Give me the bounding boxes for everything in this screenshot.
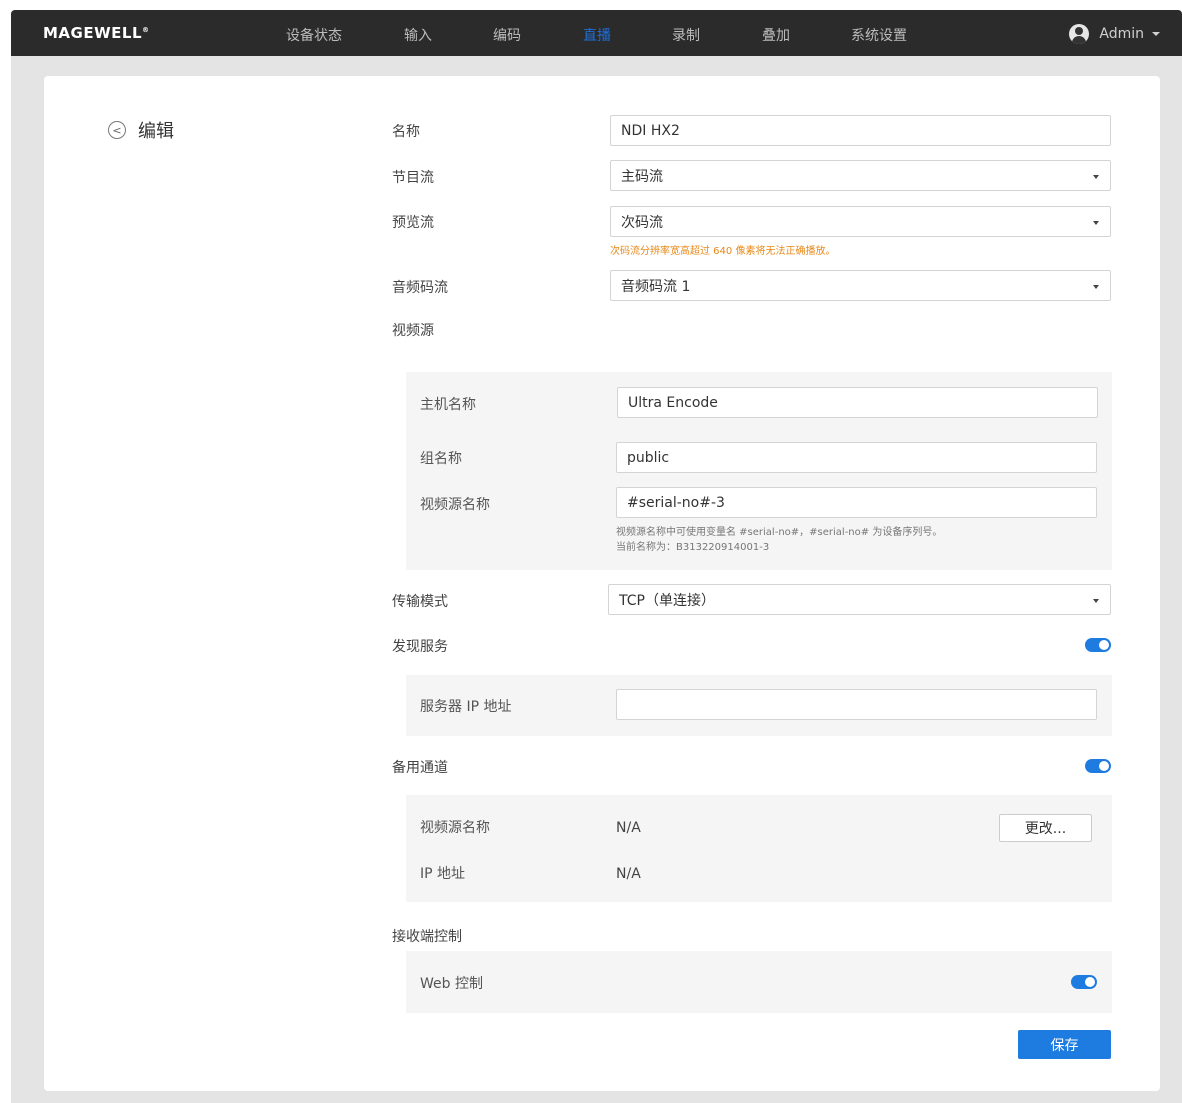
host-name-value: Ultra Encode	[628, 394, 718, 411]
audio-stream-select[interactable]: 音频码流 1	[610, 270, 1111, 301]
name-value: NDI HX2	[621, 122, 680, 139]
preview-stream-select[interactable]: 次码流	[610, 206, 1111, 237]
nav-record[interactable]: 录制	[672, 25, 700, 45]
video-source-label: 视频源	[392, 323, 434, 339]
backup-channel-toggle[interactable]	[1085, 759, 1111, 773]
backup-ip-value: N/A	[616, 866, 641, 882]
transport-mode-select[interactable]: TCP（单连接）	[608, 584, 1111, 615]
chevron-down-icon	[1152, 32, 1160, 36]
user-name: Admin	[1099, 26, 1144, 42]
web-control-toggle[interactable]	[1071, 975, 1097, 989]
transport-mode-label: 传输模式	[392, 594, 448, 610]
program-stream-label: 节目流	[392, 170, 434, 186]
user-avatar-icon	[1069, 24, 1090, 44]
nav-encoding[interactable]: 编码	[493, 25, 521, 45]
group-name-label: 组名称	[420, 451, 462, 467]
transport-mode-value: TCP（单连接）	[619, 592, 715, 609]
source-name-input[interactable]: #serial-no#-3	[616, 487, 1097, 518]
nav-live-stream[interactable]: 直播	[583, 25, 611, 45]
server-ip-label: 服务器 IP 地址	[420, 699, 512, 715]
name-input[interactable]: NDI HX2	[610, 115, 1111, 146]
save-button[interactable]: 保存	[1018, 1030, 1111, 1059]
group-name-input[interactable]: public	[616, 442, 1097, 473]
audio-stream-value: 音频码流 1	[621, 278, 691, 295]
backup-ip-label: IP 地址	[420, 866, 466, 882]
web-control-label: Web 控制	[420, 976, 483, 992]
source-name-value: #serial-no#-3	[627, 494, 725, 511]
backup-channel-label: 备用通道	[392, 760, 448, 776]
program-stream-value: 主码流	[621, 168, 663, 185]
current-name-hint: 当前名称为：B313220914001-3	[616, 542, 770, 553]
backup-source-name-value: N/A	[616, 820, 641, 836]
nav-overlay[interactable]: 叠加	[762, 25, 790, 45]
group-name-value: public	[627, 449, 670, 466]
magewell-logo: MAGEWELL®	[43, 24, 150, 42]
back-button[interactable]: < 编辑	[108, 117, 174, 143]
program-stream-select[interactable]: 主码流	[610, 160, 1111, 191]
discovery-service-label: 发现服务	[392, 639, 448, 655]
nav-input[interactable]: 输入	[404, 25, 432, 45]
discovery-service-toggle[interactable]	[1085, 638, 1111, 652]
backup-source-name-label: 视频源名称	[420, 820, 490, 836]
host-name-label: 主机名称	[420, 397, 476, 413]
receiver-control-label: 接收端控制	[392, 929, 462, 945]
source-name-label: 视频源名称	[420, 497, 490, 513]
backup-channel-panel	[406, 795, 1112, 902]
page-title: 编辑	[138, 121, 174, 142]
nav-system-settings[interactable]: 系统设置	[851, 25, 907, 45]
name-label: 名称	[392, 124, 420, 140]
host-name-input[interactable]: Ultra Encode	[617, 387, 1098, 418]
source-name-hint: 视频源名称中可使用变量名 #serial-no#，#serial-no# 为设备…	[616, 527, 943, 538]
preview-stream-value: 次码流	[621, 214, 663, 231]
nav-device-status[interactable]: 设备状态	[286, 25, 342, 45]
preview-stream-warning: 次码流分辨率宽高超过 640 像素将无法正确播放。	[610, 246, 836, 257]
top-navbar: MAGEWELL® 设备状态 输入 编码 直播 录制 叠加 系统设置 Admin	[11, 10, 1182, 56]
preview-stream-label: 预览流	[392, 215, 434, 231]
receiver-control-panel	[406, 951, 1112, 1013]
back-arrow-icon: <	[108, 121, 126, 139]
audio-stream-label: 音频码流	[392, 280, 448, 296]
server-ip-input[interactable]	[616, 689, 1097, 720]
change-button[interactable]: 更改...	[999, 814, 1092, 842]
user-menu[interactable]: Admin	[1069, 24, 1160, 44]
